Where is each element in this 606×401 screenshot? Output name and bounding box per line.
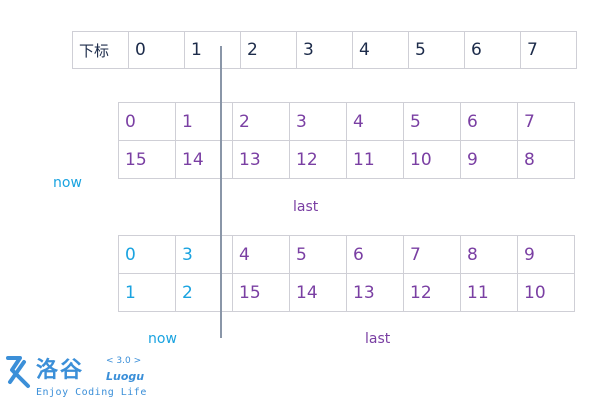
- index-cell: 7: [520, 31, 577, 69]
- luogu-mark-icon: [6, 356, 30, 388]
- middle-cell: 6: [460, 102, 518, 141]
- middle-last-label: last: [293, 199, 319, 215]
- bottom-cell: 9: [517, 235, 575, 274]
- middle-cell: 12: [289, 140, 347, 179]
- index-cell: 6: [464, 31, 521, 69]
- middle-row-1: 0 1 2 3 4 5 6 7: [118, 102, 575, 141]
- bottom-cell: 6: [346, 235, 404, 274]
- middle-cell: 7: [517, 102, 575, 141]
- index-header-cell: 下标: [72, 31, 129, 69]
- bottom-cell: 15: [232, 273, 290, 312]
- middle-cell: 0: [118, 102, 176, 141]
- bottom-last-label: last: [365, 331, 391, 347]
- bottom-cell: 2: [175, 273, 233, 312]
- index-cell: 3: [296, 31, 353, 69]
- middle-row-2: 15 14 13 12 11 10 9 8: [118, 140, 575, 179]
- bottom-cell: 5: [289, 235, 347, 274]
- middle-cell: 13: [232, 140, 290, 179]
- index-cell: 0: [128, 31, 185, 69]
- middle-cell: 2: [232, 102, 290, 141]
- middle-table: 0 1 2 3 4 5 6 7 15 14 13 12 11 10 9 8: [118, 102, 575, 179]
- bottom-cell: 1: [118, 273, 176, 312]
- middle-cell: 14: [175, 140, 233, 179]
- bottom-cell: 4: [232, 235, 290, 274]
- middle-cell: 10: [403, 140, 461, 179]
- middle-cell: 4: [346, 102, 404, 141]
- bottom-now-label: now: [148, 331, 177, 347]
- bottom-cell: 14: [289, 273, 347, 312]
- index-table: 下标 0 1 2 3 4 5 6 7: [72, 31, 577, 69]
- bottom-row-2: 1 2 15 14 13 12 11 10: [118, 273, 575, 312]
- index-cell: 1: [184, 31, 241, 69]
- logo-slogan: Enjoy Coding Life: [36, 387, 147, 398]
- logo-chinese-text: 洛谷: [36, 358, 85, 383]
- bottom-cell: 3: [175, 235, 233, 274]
- split-divider-line: [220, 46, 222, 338]
- logo-english-text: Luogu: [106, 370, 145, 383]
- middle-cell: 5: [403, 102, 461, 141]
- middle-cell: 3: [289, 102, 347, 141]
- middle-cell: 15: [118, 140, 176, 179]
- bottom-cell: 11: [460, 273, 518, 312]
- bottom-table: 0 3 4 5 6 7 8 9 1 2 15 14 13 12 11 10: [118, 235, 575, 312]
- middle-cell: 8: [517, 140, 575, 179]
- logo-version: < 3.0 >: [106, 356, 142, 366]
- bottom-cell: 7: [403, 235, 461, 274]
- bottom-cell: 13: [346, 273, 404, 312]
- bottom-row-1: 0 3 4 5 6 7 8 9: [118, 235, 575, 274]
- bottom-cell: 10: [517, 273, 575, 312]
- bottom-cell: 12: [403, 273, 461, 312]
- middle-now-label: now: [53, 175, 82, 191]
- bottom-cell: 8: [460, 235, 518, 274]
- index-cell: 4: [352, 31, 409, 69]
- middle-cell: 9: [460, 140, 518, 179]
- index-cell: 2: [240, 31, 297, 69]
- bottom-cell: 0: [118, 235, 176, 274]
- index-row: 下标 0 1 2 3 4 5 6 7: [72, 31, 577, 69]
- index-cell: 5: [408, 31, 465, 69]
- middle-cell: 1: [175, 102, 233, 141]
- luogu-logo: 洛谷 < 3.0 > Luogu Enjoy Coding Life: [2, 352, 162, 400]
- middle-cell: 11: [346, 140, 404, 179]
